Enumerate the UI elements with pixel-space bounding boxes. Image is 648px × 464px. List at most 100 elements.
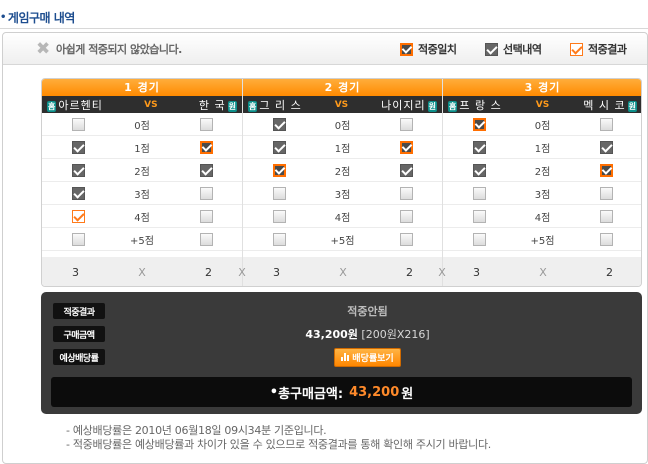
score-label: 0점 xyxy=(134,120,150,132)
game-teams: 홈프 랑 스 VS 멕 시 코원 xyxy=(443,96,641,113)
total-unit: 원 xyxy=(401,386,414,402)
away-score-checkbox[interactable] xyxy=(599,209,613,223)
home-score-checkbox[interactable] xyxy=(272,140,286,154)
home-score-checkbox[interactable] xyxy=(272,163,286,177)
score-row: 3점 xyxy=(443,182,641,205)
total-amount: 43,200 xyxy=(349,384,400,400)
home-score-checkbox[interactable] xyxy=(272,186,286,200)
score-label: +5점 xyxy=(330,235,355,247)
note-line: - 적중배당률은 예상배당률과 차이가 있을 수 있으므로 적중결과를 통해 확… xyxy=(66,438,492,451)
page-title-text: 게임구매 내역 xyxy=(7,10,75,25)
game-teams: 홈그 리 스 VS 나이지리 원 xyxy=(243,96,442,113)
score-row: 2점 xyxy=(443,159,641,182)
home-score-checkbox[interactable] xyxy=(472,186,486,200)
home-tag: 홈 xyxy=(248,100,258,112)
away-score-checkbox[interactable] xyxy=(399,186,413,200)
away-score-checkbox[interactable] xyxy=(199,140,213,154)
home-tag: 홈 xyxy=(47,100,57,112)
legend-label: 적중일치 xyxy=(418,43,457,56)
home-final-score: 3 xyxy=(72,266,79,279)
home-score-checkbox[interactable] xyxy=(472,140,486,154)
home-score-checkbox[interactable] xyxy=(272,232,286,246)
score-label: 2점 xyxy=(534,166,551,178)
legend-selected: 선택내역 xyxy=(485,41,542,57)
away-team-name: 멕 시 코 xyxy=(583,98,626,112)
game-separator: X xyxy=(238,266,246,279)
score-row: +5점 xyxy=(243,228,442,251)
view-odds-button-label: 배당률보기 xyxy=(352,353,394,364)
home-score-checkbox[interactable] xyxy=(272,209,286,223)
vs-label: VS xyxy=(334,99,349,110)
home-team-name: 프 랑 스 xyxy=(459,98,502,112)
purchase-label: 구매금액 xyxy=(53,326,105,342)
home-score-checkbox[interactable] xyxy=(71,163,85,177)
bullet-icon: • xyxy=(269,384,279,400)
score-label: 3점 xyxy=(334,189,351,201)
legend-hit: 적중일치 xyxy=(400,41,457,57)
game-title: 2 경기 xyxy=(243,79,442,96)
away-score-checkbox[interactable] xyxy=(599,163,613,177)
game-final-score: 3 X 2 xyxy=(42,257,242,286)
score-label: 4점 xyxy=(534,212,551,224)
away-score-checkbox[interactable] xyxy=(599,232,613,246)
away-score-checkbox[interactable] xyxy=(199,232,213,246)
purchase-detail: [200원X216] xyxy=(361,328,430,341)
home-score-checkbox[interactable] xyxy=(472,232,486,246)
away-score-checkbox[interactable] xyxy=(599,186,613,200)
legend-label: 적중결과 xyxy=(588,43,627,56)
score-label: 0점 xyxy=(334,120,351,132)
score-row: 4점 xyxy=(243,205,442,228)
summary-result-row: 적중결과 적중안됨 xyxy=(53,302,630,320)
away-score-checkbox[interactable] xyxy=(199,186,213,200)
game-title: 3 경기 xyxy=(443,79,641,96)
summary-purchase-row: 구매금액 43,200원 [200원X216] xyxy=(53,325,630,343)
home-score-checkbox[interactable] xyxy=(71,186,85,200)
game-2: 2 경기 홈 그 리 스 VS 나이지리 원 0점 1점 2점 3점 4점 +5점 3 X 2 xyxy=(242,79,443,286)
away-score-checkbox[interactable] xyxy=(199,209,213,223)
result-header: ✖ 아쉽게 적중되지 않았습니다. 적중일치 선택내역 적중결과 xyxy=(3,33,647,65)
away-score-checkbox[interactable] xyxy=(399,163,413,177)
score-label: 3점 xyxy=(134,189,150,201)
away-score-checkbox[interactable] xyxy=(599,140,613,154)
away-score-checkbox[interactable] xyxy=(399,140,413,154)
home-score-checkbox[interactable] xyxy=(71,209,85,223)
odds-value: 배당률보기 xyxy=(105,347,630,367)
away-score-checkbox[interactable] xyxy=(399,232,413,246)
away-tag: 원 xyxy=(627,100,637,112)
game-title: 1 경기 xyxy=(42,79,242,96)
home-final-score: 3 xyxy=(273,266,280,279)
game-final-score: 3 X 2 xyxy=(443,257,641,286)
vs-label: VS xyxy=(535,99,550,110)
purchase-value: 43,200원 [200원X216] xyxy=(105,326,630,342)
away-score-checkbox[interactable] xyxy=(599,117,613,131)
score-label: 4점 xyxy=(334,212,351,224)
away-score-checkbox[interactable] xyxy=(199,163,213,177)
home-score-checkbox[interactable] xyxy=(472,209,486,223)
away-team: 한 국원 xyxy=(199,97,239,113)
score-row: 0점 xyxy=(443,113,641,136)
score-row: 3점 xyxy=(243,182,442,205)
note-line: - 예상배당률은 2010년 06월18일 09시34분 기준입니다. xyxy=(66,424,327,437)
score-label: 3점 xyxy=(534,189,551,201)
game-final-score: 3 X 2 xyxy=(243,257,443,286)
game-separator: X xyxy=(438,266,446,279)
score-label: 0점 xyxy=(534,120,551,132)
score-label: 4점 xyxy=(134,212,150,224)
score-label: 2점 xyxy=(334,166,351,178)
selected-checkbox-icon xyxy=(485,42,498,56)
score-label: +5점 xyxy=(130,235,154,247)
result-checkbox-icon xyxy=(570,42,583,56)
home-score-checkbox[interactable] xyxy=(472,163,486,177)
home-score-checkbox[interactable] xyxy=(71,232,85,246)
home-score-checkbox[interactable] xyxy=(71,140,85,154)
home-score-checkbox[interactable] xyxy=(71,117,85,131)
home-score-checkbox[interactable] xyxy=(472,117,486,131)
away-score-checkbox[interactable] xyxy=(399,117,413,131)
score-row: 4점 xyxy=(42,205,242,228)
home-team-name: 그 리 스 xyxy=(259,98,302,112)
view-odds-button[interactable]: 배당률보기 xyxy=(334,347,401,367)
away-score-checkbox[interactable] xyxy=(199,117,213,131)
away-score-checkbox[interactable] xyxy=(399,209,413,223)
bullet-icon: • xyxy=(0,11,6,23)
home-score-checkbox[interactable] xyxy=(272,117,286,131)
